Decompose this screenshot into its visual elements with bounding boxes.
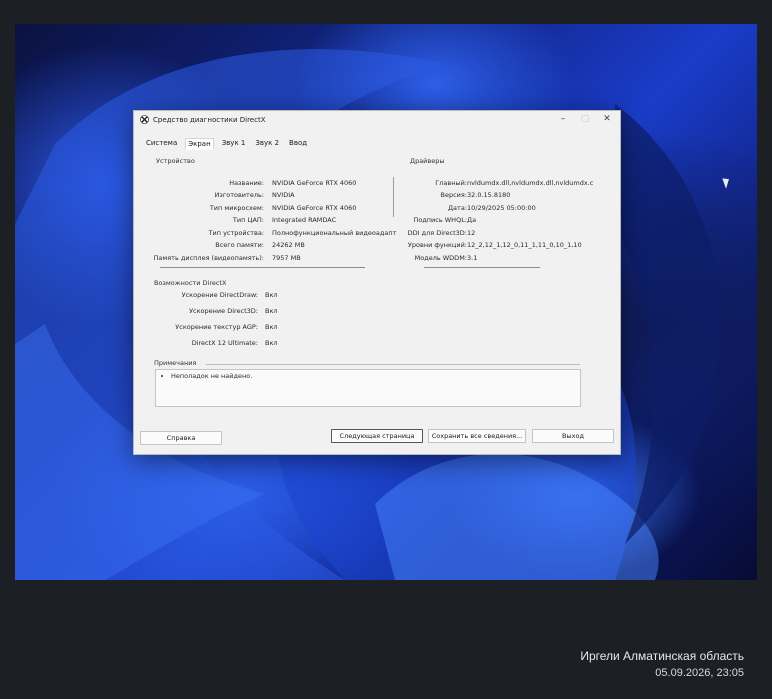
device-value: NVIDIA	[272, 191, 295, 199]
driver-label: DDI для Direct3D:	[407, 229, 467, 237]
photo-location: Иргели Алматинская область	[580, 649, 744, 663]
help-button[interactable]: Справка	[140, 431, 222, 445]
notes-list: Неполадок не найдено.	[155, 369, 581, 407]
drivers-scroll-track	[424, 267, 540, 268]
device-label: Название:	[229, 179, 264, 187]
device-scrollbar[interactable]	[393, 177, 394, 217]
maximize-icon[interactable]: ▢	[578, 113, 592, 125]
directx-section-title: Возможности DirectX	[154, 279, 227, 287]
device-value: Integrated RAMDAC	[272, 216, 337, 224]
driver-value: nvldumdx.dll,nvldumdx.dll,nvldumdx.c	[467, 179, 594, 187]
tab-system[interactable]: Система	[144, 138, 179, 150]
device-label: Память дисплея (видеопамять):	[153, 254, 265, 262]
driver-value: Да	[467, 216, 477, 224]
window-controls: – ▢ ✕	[556, 113, 614, 125]
window-title: Средство диагностики DirectX	[153, 116, 266, 124]
exit-button[interactable]: Выход	[532, 429, 614, 443]
save-all-button[interactable]: Сохранить все сведения...	[428, 429, 526, 443]
driver-value: 12_2,12_1,12_0,11_1,11_0,10_1,10	[467, 241, 582, 249]
feature-label: Ускорение текстур AGP:	[175, 323, 258, 331]
device-label: Тип микросхем:	[209, 204, 264, 212]
driver-label: Дата:	[447, 204, 467, 212]
minimize-icon[interactable]: –	[556, 113, 570, 125]
feature-value: Вкл	[265, 323, 278, 331]
drivers-section-title: Драйверы	[410, 157, 445, 165]
driver-label: Уровни функций:	[407, 241, 467, 249]
device-label: Всего памяти:	[215, 241, 264, 249]
driver-label: Главный:	[435, 179, 467, 187]
tab-strip: Система Экран Звук 1 Звук 2 Ввод	[144, 138, 309, 150]
notes-section-title: Примечания	[154, 359, 197, 367]
close-icon[interactable]: ✕	[600, 113, 614, 125]
driver-value: 12	[467, 229, 476, 237]
device-label: Тип ЦАП:	[232, 216, 264, 224]
feature-label: DirectX 12 Ultimate:	[191, 339, 258, 347]
driver-value: 3.1	[467, 254, 478, 262]
tab-sound-2[interactable]: Звук 2	[253, 138, 281, 150]
device-scroll-track	[160, 267, 365, 268]
feature-value: Вкл	[265, 339, 278, 347]
tab-display[interactable]: Экран	[185, 138, 214, 150]
dxdiag-app-icon	[140, 115, 149, 124]
device-label: Изготовитель:	[214, 191, 265, 199]
bullet-icon	[161, 375, 163, 377]
next-page-button[interactable]: Следующая страница	[331, 429, 423, 443]
device-value: NVIDIA GeForce RTX 4060	[272, 179, 357, 187]
driver-value: 10/29/2025 05:00:00	[467, 204, 536, 212]
feature-label: Ускорение DirectDraw:	[181, 291, 258, 299]
driver-label: Модель WDDM:	[414, 254, 467, 262]
directx-diagnostic-window: Средство диагностики DirectX – ▢ ✕ Систе…	[133, 110, 621, 455]
device-value: 24262 MB	[272, 241, 305, 249]
photo-datetime: 05.09.2026, 23:05	[655, 667, 744, 679]
device-value: NVIDIA GeForce RTX 4060	[272, 204, 357, 212]
feature-value: Вкл	[265, 291, 278, 299]
device-section-title: Устройство	[156, 157, 195, 165]
feature-label: Ускорение Direct3D:	[189, 307, 258, 315]
note-item: Неполадок не найдено.	[171, 372, 253, 380]
driver-value: 32.0.15.8180	[467, 191, 511, 199]
driver-label: Подпись WHQL:	[413, 216, 467, 224]
device-label: Тип устройства:	[208, 229, 264, 237]
tab-input[interactable]: Ввод	[287, 138, 309, 150]
driver-label: Версия:	[440, 191, 467, 199]
feature-value: Вкл	[265, 307, 278, 315]
notes-divider	[206, 364, 580, 365]
title-bar: Средство диагностики DirectX – ▢ ✕	[134, 111, 620, 129]
tab-sound-1[interactable]: Звук 1	[220, 138, 248, 150]
device-value: Полнофункциональный видеоадапт	[272, 229, 397, 237]
device-value: 7957 MB	[272, 254, 301, 262]
